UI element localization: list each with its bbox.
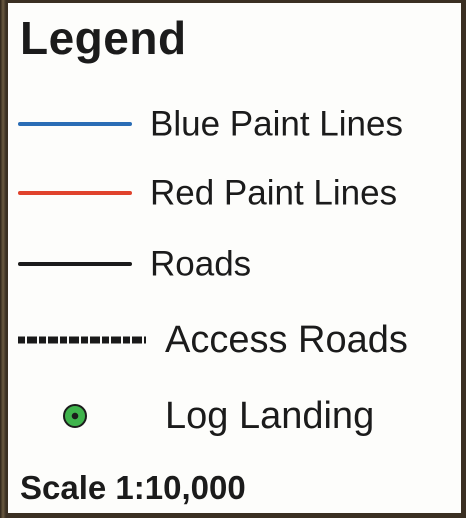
legend-label: Blue Paint Lines bbox=[150, 104, 403, 144]
road-line-symbol bbox=[18, 262, 132, 266]
legend-item-roads: Roads bbox=[8, 239, 461, 289]
legend-label: Roads bbox=[150, 244, 252, 284]
log-landing-dot-icon bbox=[63, 404, 87, 428]
red-line-symbol bbox=[18, 191, 132, 195]
access-road-dash-symbol bbox=[18, 336, 146, 344]
blue-line-symbol bbox=[18, 122, 132, 126]
legend-item-log-landing: Log Landing bbox=[8, 391, 461, 441]
legend-item-blue-paint-lines: Blue Paint Lines bbox=[8, 99, 461, 149]
map-scale: Scale 1:10,000 bbox=[20, 469, 246, 506]
legend-label: Access Roads bbox=[165, 319, 408, 361]
legend-title: Legend bbox=[20, 12, 187, 64]
legend-label: Red Paint Lines bbox=[150, 173, 398, 213]
map-frame: Legend Blue Paint Lines Red Paint Lines … bbox=[0, 0, 466, 518]
map-legend: Legend Blue Paint Lines Red Paint Lines … bbox=[8, 3, 461, 513]
legend-item-red-paint-lines: Red Paint Lines bbox=[8, 168, 461, 218]
legend-label: Log Landing bbox=[165, 395, 375, 437]
legend-item-access-roads: Access Roads bbox=[8, 315, 461, 365]
